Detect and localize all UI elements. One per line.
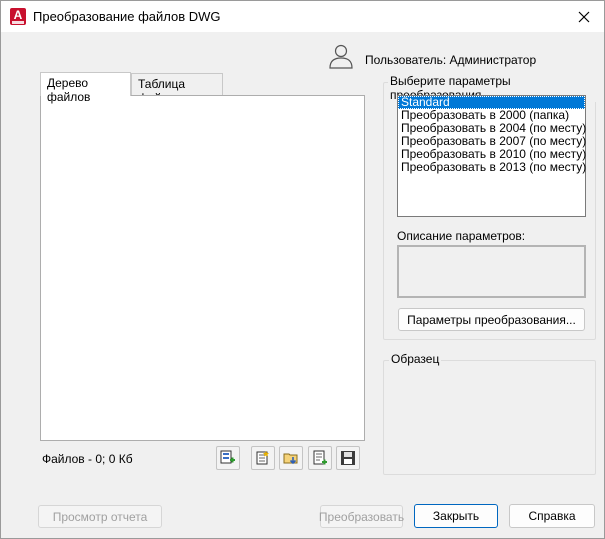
tab-file-tree[interactable]: Дерево файлов bbox=[40, 72, 131, 104]
tab-file-table[interactable]: Таблица файлов bbox=[131, 73, 223, 105]
list-item[interactable]: Преобразовать в 2013 (по месту) bbox=[398, 161, 586, 174]
user-icon bbox=[329, 44, 353, 69]
open-list-button[interactable] bbox=[251, 446, 275, 470]
description-box bbox=[397, 245, 586, 298]
help-button[interactable]: Справка bbox=[509, 504, 595, 528]
file-tree-panel[interactable] bbox=[40, 95, 365, 441]
new-list-button[interactable] bbox=[216, 446, 240, 470]
close-icon bbox=[578, 11, 590, 22]
sample-group bbox=[383, 360, 596, 475]
new-list-icon bbox=[220, 450, 235, 464]
files-status: Файлов - 0; 0 Кб bbox=[42, 452, 133, 466]
title-bar: A Преобразование файлов DWG bbox=[1, 1, 604, 32]
description-label: Описание параметров: bbox=[397, 229, 526, 243]
save-list-button[interactable] bbox=[336, 446, 360, 470]
add-file-icon bbox=[313, 450, 327, 465]
autocad-app-icon: A bbox=[10, 8, 26, 25]
dialog-window: A Преобразование файлов DWG Пользователь… bbox=[0, 0, 605, 539]
conversion-setups-list[interactable]: Standard Преобразовать в 2000 (папка) Пр… bbox=[397, 95, 586, 217]
append-list-button[interactable] bbox=[279, 446, 303, 470]
window-title: Преобразование файлов DWG bbox=[33, 9, 221, 24]
append-list-icon bbox=[283, 453, 298, 465]
close-button[interactable]: Закрыть bbox=[414, 504, 498, 528]
conversion-params-button[interactable]: Параметры преобразования... bbox=[398, 308, 585, 331]
save-list-icon bbox=[341, 451, 355, 465]
sample-legend: Образец bbox=[389, 352, 442, 366]
user-label: Пользователь: Администратор bbox=[365, 53, 537, 67]
open-list-icon bbox=[256, 451, 269, 465]
close-window-button[interactable] bbox=[564, 1, 604, 32]
view-report-button[interactable]: Просмотр отчета bbox=[38, 505, 162, 528]
add-file-button[interactable] bbox=[308, 446, 332, 470]
convert-button[interactable]: Преобразовать bbox=[319, 505, 404, 528]
